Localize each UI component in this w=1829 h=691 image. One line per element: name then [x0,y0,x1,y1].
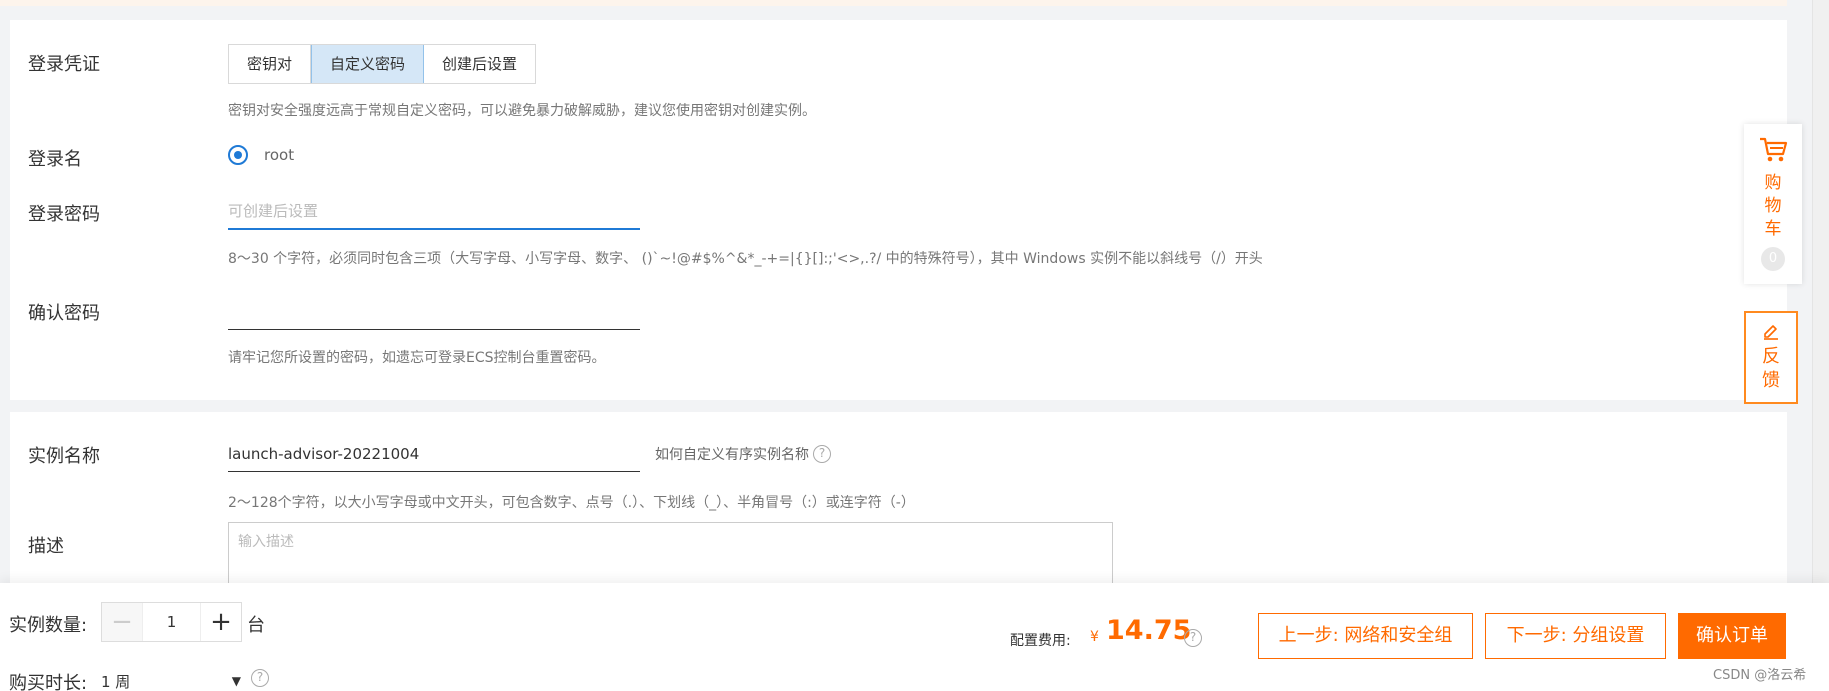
password-label: 登录密码 [28,204,100,225]
duration-label: 购买时长: [9,673,88,691]
confirm-password-label: 确认密码 [28,303,100,324]
duration-value: 1 周 [101,672,131,691]
confirm-password-hint: 请牢记您所设置的密码，如遗忘可登录ECS控制台重置密码。 [228,350,606,366]
caret-down-icon: ▼ [231,674,241,688]
duration-select[interactable]: 1 周 ▼ [101,669,241,691]
cart-icon [1744,136,1802,168]
quantity-decrement-button[interactable]: − [102,603,142,641]
instance-name-input[interactable] [228,436,640,472]
instance-name-help-link[interactable]: 如何自定义有序实例名称 [655,444,809,464]
credential-option-keypair[interactable]: 密钥对 [229,45,312,83]
quantity-value[interactable]: 1 [142,603,201,641]
bottom-order-bar: 实例数量: − 1 + 台 购买时长: 1 周 ▼ ? 配置费用: ¥ 14.7… [0,583,1829,691]
radio-checked-icon[interactable] [228,145,248,165]
password-input[interactable] [228,194,640,230]
question-icon[interactable]: ? [813,445,831,463]
top-strip [0,0,1787,6]
login-section: 登录凭证 密钥对 自定义密码 创建后设置 密钥对安全强度远高于常规自定义密码，可… [10,20,1787,400]
login-name-label: 登录名 [28,149,82,170]
password-rule: 8～30 个字符，必须同时包含三项（大写字母、小写字母、数字、 ()`~!@#$… [228,251,1263,267]
description-label: 描述 [28,536,64,557]
cart-label: 购物车 [1764,173,1782,239]
credential-segmented-control: 密钥对 自定义密码 创建后设置 [228,44,537,84]
confirm-order-button[interactable]: 确认订单 [1678,613,1786,659]
quantity-unit: 台 [247,615,265,636]
quantity-label: 实例数量: [9,615,88,636]
shopping-cart-widget[interactable]: 购物车 0 [1744,124,1802,284]
cost-help-icon[interactable]: ? [1184,629,1202,647]
cost-value: 14.75 [1106,615,1192,646]
previous-step-button[interactable]: 上一步: 网络和安全组 [1258,613,1473,659]
watermark: CSDN @洛云希 [1713,668,1807,683]
cart-count-badge: 0 [1761,247,1785,271]
login-name-value: root [264,146,295,164]
edit-icon [1746,321,1796,345]
feedback-label: 反馈 [1762,346,1780,391]
feedback-widget[interactable]: 反馈 [1744,311,1798,404]
cost-currency: ¥ [1090,629,1099,645]
instance-name-label: 实例名称 [28,446,100,467]
confirm-password-input[interactable] [228,294,640,330]
quantity-increment-button[interactable]: + [201,603,241,641]
credential-hint: 密钥对安全强度远高于常规自定义密码，可以避免暴力破解威胁，建议您使用密钥对创建实… [228,103,816,119]
next-step-button[interactable]: 下一步: 分组设置 [1485,613,1666,659]
credential-option-custom-password[interactable]: 自定义密码 [311,45,425,83]
duration-help-icon[interactable]: ? [251,669,269,687]
credential-label: 登录凭证 [28,54,100,75]
login-name-radio[interactable]: root [228,145,294,165]
credential-option-set-later[interactable]: 创建后设置 [424,45,536,83]
page: 登录凭证 密钥对 自定义密码 创建后设置 密钥对安全强度远高于常规自定义密码，可… [0,0,1829,691]
cost-label: 配置费用: [1010,633,1071,649]
quantity-stepper: − 1 + [101,602,242,642]
instance-name-rule: 2～128个字符，以大小写字母或中文开头，可包含数字、点号（.）、下划线（_）、… [228,495,915,511]
instance-name-help[interactable]: 如何自定义有序实例名称 ? [655,444,831,464]
